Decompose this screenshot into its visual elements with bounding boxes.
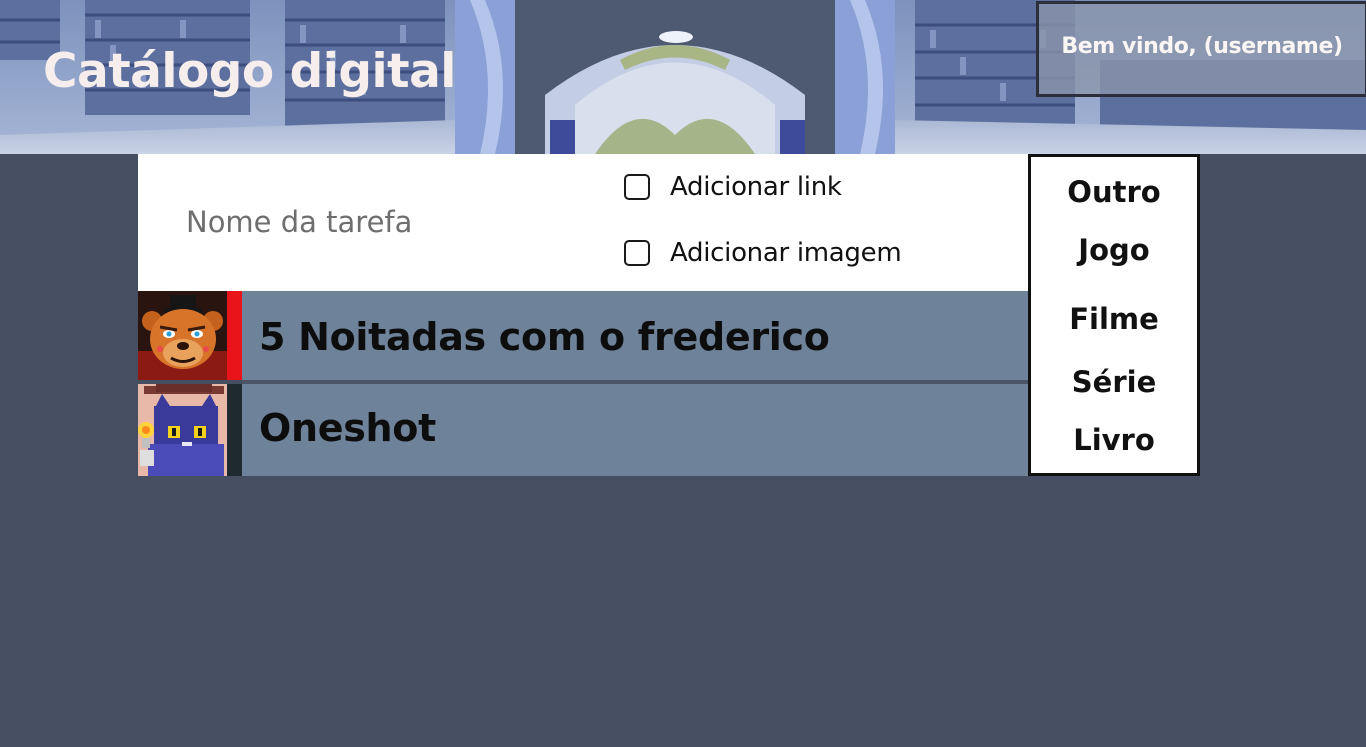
row-accent-stripe [227,291,242,380]
category-option-livro[interactable]: Livro [1031,423,1197,457]
task-name-input[interactable] [186,202,586,242]
add-link-option[interactable]: Adicionar link [624,172,842,202]
add-image-option[interactable]: Adicionar imagem [624,238,902,268]
category-option-filme[interactable]: Filme [1031,302,1197,336]
catalog-row[interactable]: 5 Noitadas com o frederico [138,291,1028,380]
category-option-outro[interactable]: Outro [1031,175,1197,209]
welcome-box[interactable]: Bem vindo, (username) [1036,1,1366,97]
category-option-serie[interactable]: Série [1031,365,1197,399]
catalog-row[interactable]: Oneshot [138,384,1028,476]
welcome-user-label: Bem vindo, (username) [1061,34,1343,59]
header-banner: Catálogo digital Bem vindo, (username) [0,0,1366,154]
app-title: Catálogo digital [43,44,456,99]
item-title: 5 Noitadas com o frederico [259,315,830,359]
add-link-checkbox[interactable] [624,174,650,200]
new-item-form: Adicionar link Adicionar imagem [138,154,1028,291]
cat-child-with-lightbulb-icon [138,384,227,476]
row-accent-stripe [227,384,242,476]
animatronic-bear-icon [138,291,227,380]
add-image-label: Adicionar imagem [670,238,902,268]
add-link-label: Adicionar link [670,172,842,202]
add-image-checkbox[interactable] [624,240,650,266]
category-list: Outro Jogo Filme Série Livro [1028,154,1200,476]
category-option-jogo[interactable]: Jogo [1031,233,1197,267]
item-title: Oneshot [259,406,436,450]
